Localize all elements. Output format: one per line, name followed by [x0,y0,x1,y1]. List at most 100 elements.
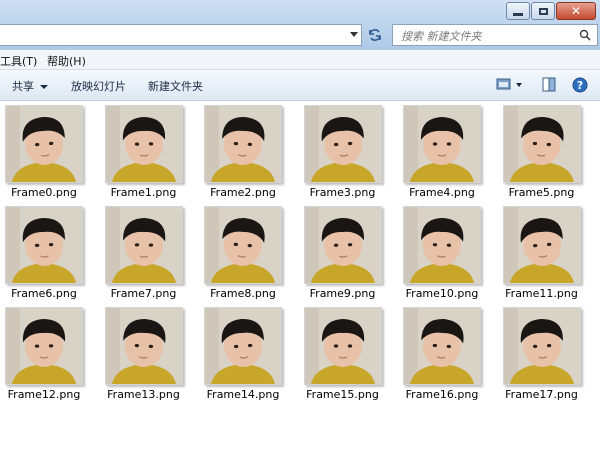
photo-thumbnail-icon [105,308,182,384]
file-name-label: Frame5.png [508,186,575,199]
file-thumbnail [204,206,282,284]
window-controls: ✕ [505,2,596,20]
refresh-button[interactable] [364,24,386,46]
file-name-label: Frame6.png [11,287,77,300]
file-thumbnail [5,105,83,183]
view-options-icon [496,78,522,90]
photo-thumbnail-icon [404,106,480,182]
file-item[interactable]: Frame1.png [100,101,200,201]
view-options-button[interactable] [496,77,526,97]
file-item[interactable]: Frame9.png [299,202,399,302]
file-item[interactable]: Frame8.png [199,202,299,302]
close-icon: ✕ [570,4,582,18]
file-name-label: Frame13.png [107,388,180,401]
photo-thumbnail-icon [105,207,182,283]
file-thumbnail [502,206,581,284]
file-item[interactable]: Frame4.png [398,101,498,201]
file-item[interactable]: Frame17.png [498,303,598,403]
search-box[interactable]: 搜索 新建文件夹 [392,24,598,46]
file-item[interactable]: Frame12.png [0,303,100,403]
command-toolbar: 共享 放映幻灯片 新建文件夹 ? [0,70,600,101]
file-item[interactable]: Frame15.png [299,303,399,403]
share-button[interactable]: 共享 [12,78,48,94]
file-item[interactable]: Frame0.png [0,101,100,201]
file-thumbnail [104,206,183,284]
chevron-down-icon[interactable] [350,32,358,37]
file-name-label: Frame2.png [210,186,276,199]
photo-thumbnail-icon [6,207,82,283]
minimize-button[interactable] [506,2,530,20]
file-item[interactable]: Frame11.png [498,202,598,302]
file-name-label: Frame8.png [210,287,276,300]
preview-pane-button[interactable] [542,77,556,97]
help-icon: ? [572,77,588,93]
photo-thumbnail-icon [503,106,580,182]
photo-thumbnail-icon [205,207,281,283]
file-thumbnail [403,307,481,385]
file-thumbnail [303,206,382,284]
file-item[interactable]: Frame3.png [299,101,399,201]
photo-thumbnail-icon [304,207,381,283]
file-grid: Frame0.png Frame1.png Frame2.png Frame3.png… [0,101,600,454]
file-name-label: Frame0.png [11,186,77,199]
file-item[interactable]: Frame14.png [199,303,299,403]
maximize-icon [538,7,548,15]
file-item[interactable]: Frame10.png [398,202,498,302]
share-label: 共享 [12,80,34,93]
photo-thumbnail-icon [404,308,480,384]
file-name-label: Frame4.png [409,186,475,199]
file-name-label: Frame1.png [110,186,177,199]
file-name-label: Frame9.png [309,287,376,300]
file-name-label: Frame3.png [309,186,376,199]
photo-thumbnail-icon [503,308,580,384]
file-item[interactable]: Frame6.png [0,202,100,302]
file-name-label: Frame16.png [405,388,479,401]
file-thumbnail [502,105,581,183]
photo-thumbnail-icon [503,207,580,283]
file-thumbnail [104,307,183,385]
file-name-label: Frame11.png [505,287,578,300]
photo-thumbnail-icon [205,308,281,384]
photo-thumbnail-icon [404,207,480,283]
slideshow-button[interactable]: 放映幻灯片 [71,78,126,94]
file-name-label: Frame17.png [505,388,578,401]
maximize-button[interactable] [531,2,555,20]
file-thumbnail [303,105,382,183]
file-name-label: Frame12.png [7,388,81,401]
file-name-label: Frame14.png [206,388,280,401]
minimize-icon [513,12,523,16]
file-item[interactable]: Frame16.png [398,303,498,403]
refresh-icon [369,29,381,41]
svg-text:?: ? [577,79,583,92]
file-thumbnail [403,105,481,183]
file-item[interactable]: Frame7.png [100,202,200,302]
file-thumbnail [403,206,481,284]
photo-thumbnail-icon [304,106,381,182]
menu-item-help[interactable]: 帮助(H) [47,53,86,69]
file-item[interactable]: Frame2.png [199,101,299,201]
new-folder-button[interactable]: 新建文件夹 [148,78,203,94]
file-item[interactable]: Frame13.png [100,303,200,403]
help-button[interactable]: ? [572,77,588,97]
address-bar[interactable] [0,24,362,46]
file-name-label: Frame15.png [306,388,379,401]
file-thumbnail [104,105,183,183]
file-name-label: Frame10.png [405,287,479,300]
file-thumbnail [303,307,382,385]
file-thumbnail [5,206,83,284]
chevron-down-icon [40,85,48,89]
file-name-label: Frame7.png [110,287,177,300]
photo-thumbnail-icon [205,106,281,182]
search-icon[interactable] [579,29,591,41]
file-thumbnail [502,307,581,385]
photo-thumbnail-icon [6,308,82,384]
photo-thumbnail-icon [6,106,82,182]
file-thumbnail [204,105,282,183]
menu-bar: 工具(T) 帮助(H) [0,50,600,70]
photo-thumbnail-icon [304,308,381,384]
menu-item-tools[interactable]: 工具(T) [0,53,37,69]
file-thumbnail [5,307,83,385]
file-thumbnail [204,307,282,385]
file-item[interactable]: Frame5.png [498,101,598,201]
close-button[interactable]: ✕ [556,2,596,20]
